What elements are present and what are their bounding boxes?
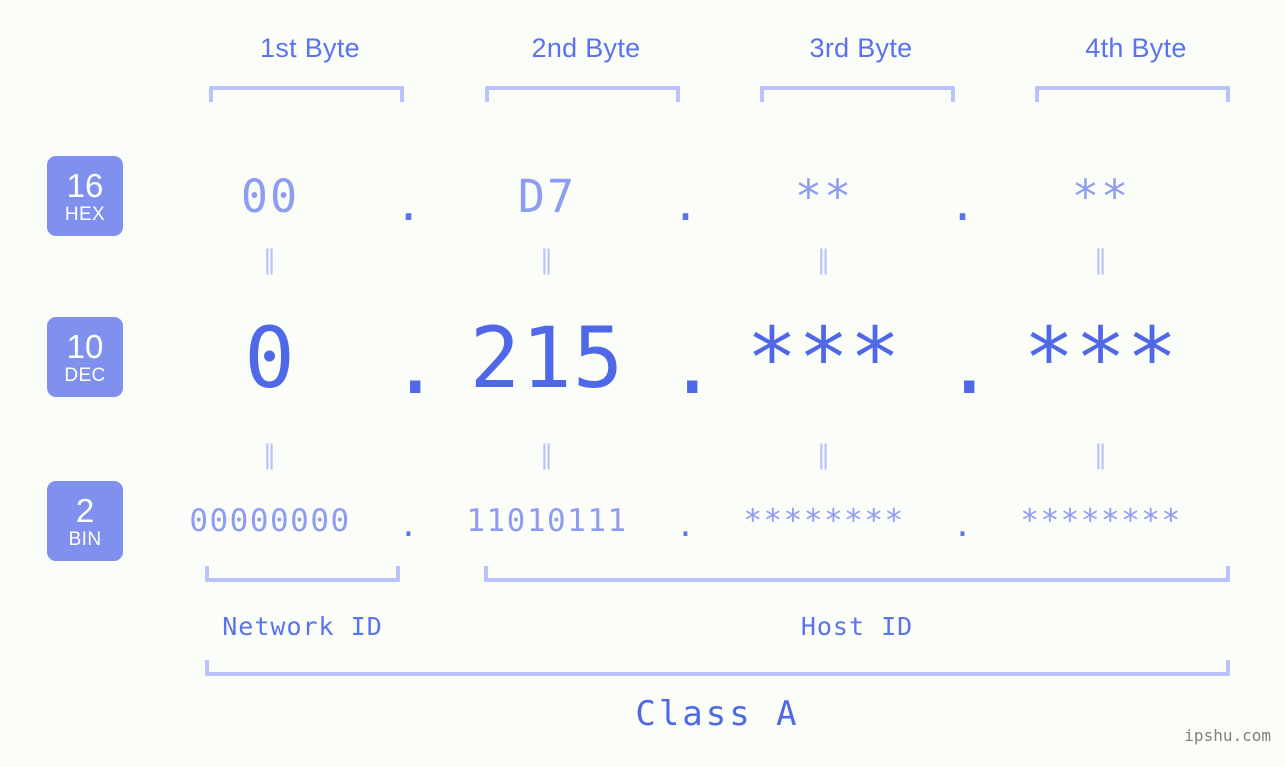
hex-value-row: 00 . D7 . ** . ** [150,150,1260,242]
bin-separator-3: . [953,508,972,544]
byte-header-1: 1st Byte [260,33,360,63]
equality-marks-hex-dec: ‖ ‖ ‖ ‖ [150,243,1260,277]
network-id-label: Network ID [222,612,383,641]
dec-byte-4: *** [1023,309,1179,407]
equality-mark: ‖ [263,245,277,275]
class-bracket [205,660,1230,676]
dec-separator-1: . [390,315,441,413]
base-badge-bin[interactable]: 2 BIN [47,481,123,561]
bin-byte-4: ******** [1020,503,1182,539]
base-badge-hex-number: 16 [66,166,104,204]
dec-separator-2: . [667,315,718,413]
byte-bracket-2 [485,86,680,102]
class-label: Class A [635,694,800,734]
base-badge-bin-name: BIN [68,528,102,550]
dec-byte-3: *** [746,309,902,407]
host-id-bracket [484,566,1230,582]
equality-mark: ‖ [1094,440,1108,470]
hex-byte-3: ** [794,169,854,223]
byte-header-2: 2nd Byte [531,33,641,63]
byte-bracket-3 [760,86,955,102]
ip-address-breakdown-diagram: 1st Byte 2nd Byte 3rd Byte 4th Byte 16 H… [0,0,1285,767]
site-watermark: ipshu.com [1184,726,1271,745]
hex-separator-1: . [394,177,423,231]
dec-separator-3: . [944,315,995,413]
hex-separator-3: . [948,177,977,231]
byte-header-3: 3rd Byte [809,33,913,63]
bin-byte-3: ******** [743,503,905,539]
dec-byte-1: 0 [244,309,296,407]
equality-marks-dec-bin: ‖ ‖ ‖ ‖ [150,438,1260,472]
dec-byte-2: 215 [469,309,625,407]
bin-value-row: 00000000 . 11010111 . ******** . *******… [150,492,1260,550]
hex-byte-1: 00 [240,169,300,223]
equality-mark: ‖ [1094,245,1108,275]
base-badge-bin-number: 2 [75,491,95,529]
bin-byte-1: 00000000 [189,503,351,539]
host-id-label: Host ID [800,612,914,641]
equality-mark: ‖ [263,440,277,470]
bin-separator-1: . [399,508,418,544]
hex-separator-2: . [671,177,700,231]
equality-mark: ‖ [817,440,831,470]
network-id-bracket [205,566,400,582]
base-badge-dec-number: 10 [66,327,104,365]
equality-mark: ‖ [540,440,554,470]
byte-bracket-1 [209,86,404,102]
equality-mark: ‖ [540,245,554,275]
hex-byte-2: D7 [517,169,577,223]
base-badge-hex[interactable]: 16 HEX [47,156,123,236]
base-badge-dec-name: DEC [64,364,106,386]
base-badge-hex-name: HEX [64,203,106,225]
bin-byte-2: 11010111 [466,503,628,539]
byte-header-4: 4th Byte [1085,33,1187,63]
equality-mark: ‖ [817,245,831,275]
dec-value-row: 0 . 215 . *** . *** [150,300,1260,416]
bin-separator-2: . [676,508,695,544]
byte-bracket-4 [1035,86,1230,102]
base-badge-dec[interactable]: 10 DEC [47,317,123,397]
hex-byte-4: ** [1071,169,1131,223]
